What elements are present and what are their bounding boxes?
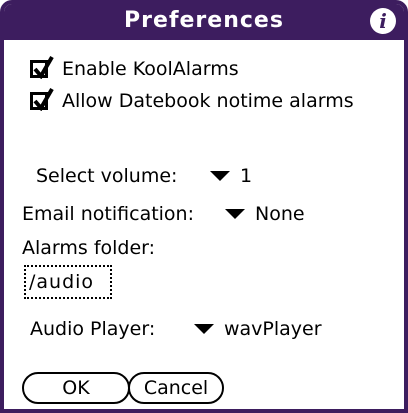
volume-value: 1 [240, 165, 253, 187]
dropdown-arrow-icon [210, 171, 230, 181]
allow-datebook-label: Allow Datebook notime alarms [62, 90, 354, 112]
audio-player-label: Audio Player: [30, 318, 156, 340]
checkmark-icon [33, 87, 54, 111]
dialog-title: Preferences [124, 8, 284, 33]
checkmark-icon [33, 55, 54, 79]
dropdown-arrow-icon [225, 209, 245, 219]
title-bar: Preferences i [4, 4, 404, 40]
volume-label: Select volume: [36, 165, 178, 187]
ok-button[interactable]: OK [22, 372, 130, 404]
enable-koolalarms-option[interactable]: Enable KoolAlarms [30, 55, 239, 80]
enable-koolalarms-label: Enable KoolAlarms [62, 58, 239, 80]
alarms-folder-label: Alarms folder: [22, 237, 156, 259]
allow-datebook-checkbox[interactable] [30, 87, 54, 111]
email-notification-label: Email notification: [22, 203, 195, 225]
enable-koolalarms-checkbox[interactable] [30, 55, 54, 79]
dropdown-arrow-icon [194, 324, 214, 334]
alarms-folder-field[interactable]: /audio [24, 265, 112, 299]
email-notification-value: None [255, 203, 305, 225]
audio-player-picker[interactable]: wavPlayer [194, 318, 322, 340]
audio-player-value: wavPlayer [224, 318, 322, 340]
cancel-button[interactable]: Cancel [128, 372, 224, 404]
preferences-dialog: Preferences i Enable KoolAlarms Allow Da… [0, 0, 408, 413]
volume-picker[interactable]: 1 [210, 165, 252, 187]
info-icon[interactable]: i [370, 8, 396, 34]
email-notification-picker[interactable]: None [225, 203, 305, 225]
allow-datebook-option[interactable]: Allow Datebook notime alarms [30, 87, 354, 112]
